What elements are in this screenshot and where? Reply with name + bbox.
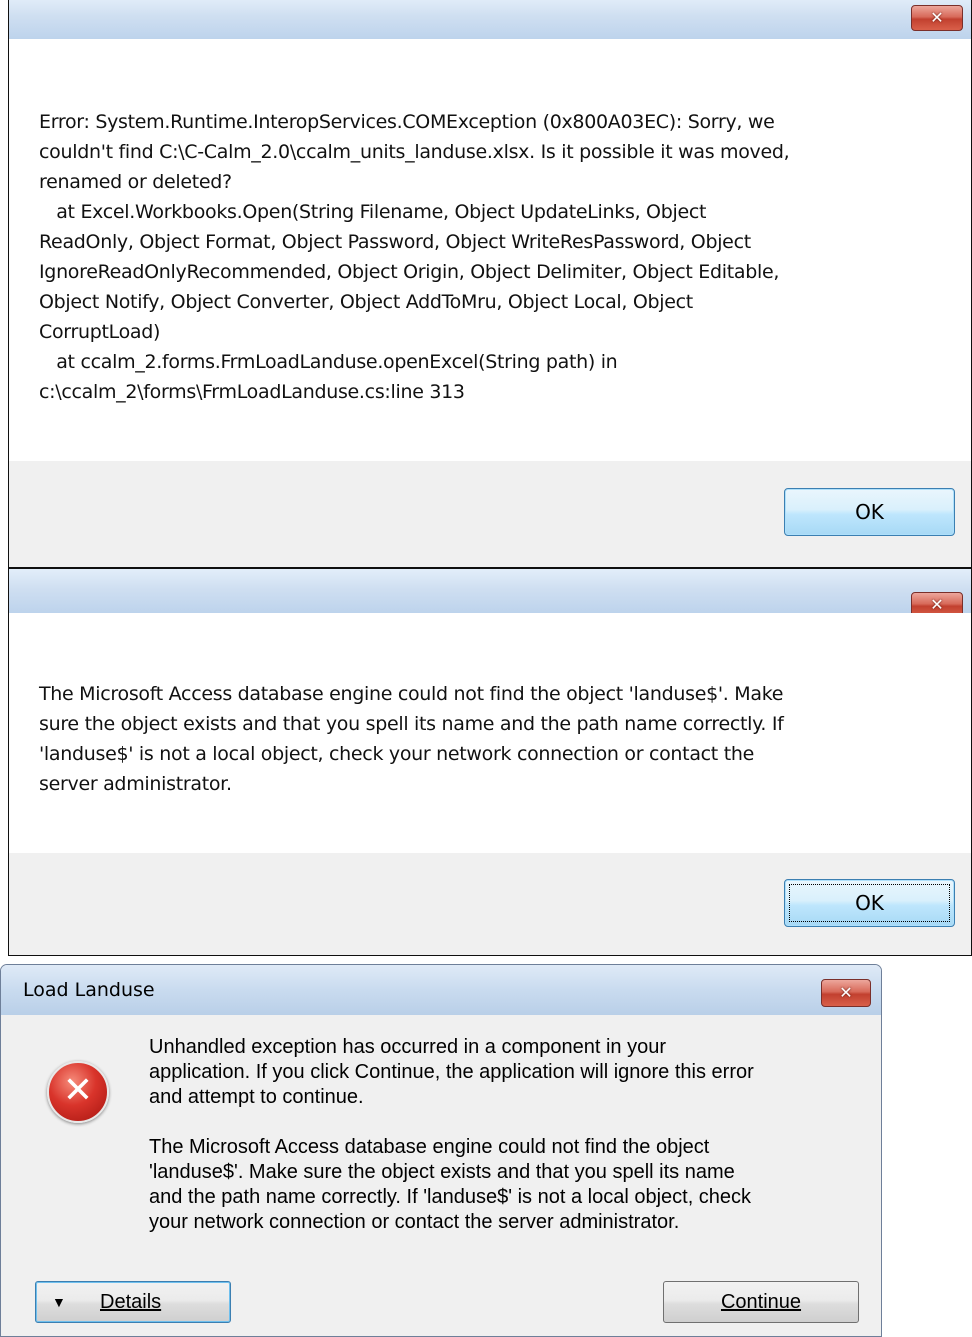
title-bar: ✕ (9, 0, 971, 39)
close-button[interactable]: ✕ (821, 979, 871, 1007)
details-label: Details (100, 1291, 162, 1313)
exception-detail: The Microsoft Access database engine cou… (149, 1136, 752, 1233)
close-icon: ✕ (930, 595, 944, 614)
continue-button[interactable]: Continue (663, 1281, 859, 1323)
close-button[interactable]: ✕ (911, 5, 963, 31)
error-message: The Microsoft Access database engine cou… (39, 683, 784, 795)
message-area: The Microsoft Access database engine cou… (9, 613, 971, 853)
close-icon: ✕ (839, 983, 853, 1002)
chevron-down-icon: ▼ (52, 1294, 66, 1310)
ok-button[interactable]: OK (784, 879, 955, 927)
unhandled-exception-dialog: Load Landuse ✕ ✕ Unhandled exception has… (0, 964, 882, 1337)
title-bar: Load Landuse ✕ (1, 965, 881, 1015)
close-icon: ✕ (930, 8, 944, 27)
details-button[interactable]: ▼ Details (35, 1281, 231, 1323)
error-dialog-access: ✕ The Microsoft Access database engine c… (8, 568, 972, 956)
error-dialog-excel: ✕ Error: System.Runtime.InteropServices.… (8, 0, 972, 568)
window-title: Load Landuse (23, 979, 155, 1001)
ok-button[interactable]: OK (784, 488, 955, 536)
error-icon-glyph: ✕ (62, 1070, 94, 1111)
error-message: Error: System.Runtime.InteropServices.CO… (39, 111, 790, 403)
message-area: Error: System.Runtime.InteropServices.CO… (9, 39, 971, 461)
button-bar: OK (9, 461, 971, 567)
continue-label: Continue (720, 1291, 802, 1313)
button-bar: OK (9, 853, 971, 955)
exception-summary: Unhandled exception has occurred in a co… (149, 1036, 754, 1108)
title-bar: ✕ (9, 569, 971, 618)
dialog-body: ✕ Unhandled exception has occurred in a … (9, 1015, 873, 1336)
error-icon: ✕ (47, 1061, 109, 1123)
